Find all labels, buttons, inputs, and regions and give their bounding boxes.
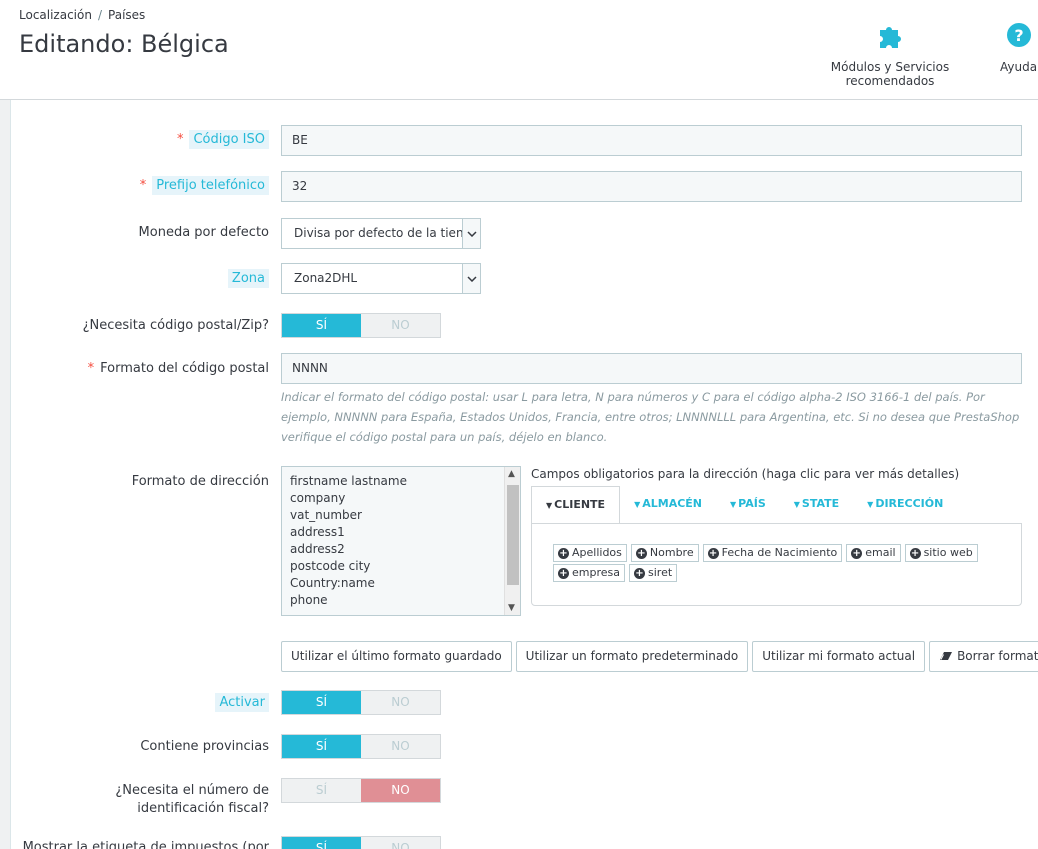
zip-format-input[interactable]: NNNN — [281, 353, 1022, 384]
chevron-down-icon — [462, 264, 480, 293]
need-zip-label: ¿Necesita código postal/Zip? — [82, 318, 269, 333]
required-marker: * — [176, 132, 184, 147]
field-chips: + Apellidos + Nombre + Fecha de Nacimiento … — [553, 544, 1013, 582]
chip-nombre[interactable]: + Nombre — [630, 544, 699, 562]
required-marker: * — [87, 361, 95, 376]
caret-down-icon: ▼ — [793, 500, 800, 509]
tab-cliente[interactable]: ▼ CLIENTE — [531, 486, 621, 524]
default-currency-select[interactable]: Divisa por defecto de la tienda — [281, 218, 481, 249]
tab-state[interactable]: ▼ STATE — [780, 486, 853, 524]
eraser-icon — [940, 652, 953, 660]
contains-states-no[interactable]: NO — [361, 735, 440, 758]
address-format-label: Formato de dirección — [131, 474, 269, 489]
need-tax-id-no[interactable]: NO — [361, 779, 440, 802]
display-tax-label-switch[interactable]: SÍ NO — [281, 836, 441, 849]
active-yes[interactable]: SÍ — [282, 691, 361, 714]
active-no[interactable]: NO — [361, 691, 440, 714]
default-currency-value: Divisa por defecto de la tienda — [294, 226, 479, 240]
contains-states-label: Contiene provincias — [140, 739, 269, 754]
chip-fecha-nacimiento[interactable]: + Fecha de Nacimiento — [702, 544, 843, 562]
zone-select[interactable]: Zona2DHL — [281, 263, 481, 294]
iso-code-label: * Código ISO — [176, 130, 269, 149]
need-tax-id-yes[interactable]: SÍ — [282, 779, 361, 802]
required-marker: * — [139, 178, 147, 193]
plus-circle-icon: + — [707, 547, 719, 559]
textarea-scrollbar[interactable]: ▲ ▼ — [504, 467, 520, 615]
chip-sitio-web[interactable]: + sitio web — [904, 544, 978, 562]
chip-empresa[interactable]: + empresa — [553, 564, 625, 582]
address-format-buttons: Utilizar el último formato guardado Util… — [281, 641, 1038, 672]
need-tax-id-switch[interactable]: SÍ NO — [281, 778, 441, 803]
caret-down-icon: ▼ — [634, 500, 641, 509]
use-current-format-button[interactable]: Utilizar mi formato actual — [752, 641, 926, 672]
address-format-lines: firstname lastname company vat_number ad… — [290, 474, 407, 607]
tab-direccion[interactable]: ▼ DIRECCIÓN — [853, 486, 957, 524]
active-switch[interactable]: SÍ NO — [281, 690, 441, 715]
country-form-panel: * Código ISO BE * Prefijo telefónico 32 Mo… — [10, 100, 1038, 849]
clear-format-button[interactable]: Borrar formato — [929, 641, 1038, 672]
caret-down-icon: ▼ — [546, 501, 553, 510]
tab-pais[interactable]: ▼ PAÍS — [716, 486, 780, 524]
chevron-down-icon — [462, 219, 480, 248]
scroll-up-icon[interactable]: ▲ — [508, 469, 515, 479]
display-tax-label-no[interactable]: NO — [361, 837, 440, 849]
zip-format-help: Indicar el formato del código postal: us… — [281, 390, 1020, 444]
address-format-textarea[interactable]: firstname lastname company vat_number ad… — [281, 466, 521, 616]
use-default-format-button[interactable]: Utilizar un formato predeterminado — [515, 641, 749, 672]
zip-format-label: * Formato del código postal — [87, 361, 269, 376]
phone-prefix-input[interactable]: 32 — [281, 171, 1022, 202]
need-tax-id-label: ¿Necesita el número de identificación fi… — [115, 783, 269, 816]
caret-down-icon: ▼ — [730, 500, 737, 509]
plus-circle-icon: + — [635, 547, 647, 559]
need-zip-yes[interactable]: SÍ — [282, 314, 361, 337]
plus-circle-icon: + — [909, 547, 921, 559]
plus-circle-icon: + — [558, 567, 569, 579]
iso-code-input[interactable]: BE — [281, 125, 1022, 156]
contains-states-switch[interactable]: SÍ NO — [281, 734, 441, 759]
plus-circle-icon: + — [851, 547, 863, 559]
required-fields-panel: + Apellidos + Nombre + Fecha de Nacimiento … — [531, 523, 1022, 606]
active-label: Activar — [215, 693, 269, 712]
chip-apellidos[interactable]: + Apellidos — [553, 544, 627, 562]
caret-down-icon: ▼ — [867, 500, 874, 509]
need-zip-no[interactable]: NO — [361, 314, 440, 337]
scroll-down-icon[interactable]: ▼ — [508, 603, 515, 613]
tab-almacen[interactable]: ▼ ALMACÉN — [620, 486, 716, 524]
scrollbar-thumb[interactable] — [507, 485, 519, 585]
zone-label: Zona — [227, 269, 269, 288]
display-tax-label-label: Mostrar la etiqueta de impuestos (por — [22, 840, 269, 849]
display-tax-label-yes[interactable]: SÍ — [282, 837, 361, 849]
phone-prefix-label: * Prefijo telefónico — [139, 176, 269, 195]
chip-siret[interactable]: + siret — [629, 564, 678, 582]
need-zip-switch[interactable]: SÍ NO — [281, 313, 441, 338]
use-last-saved-format-button[interactable]: Utilizar el último formato guardado — [281, 641, 512, 672]
default-currency-label: Moneda por defecto — [138, 225, 269, 240]
required-fields-tabs: ▼ CLIENTE ▼ ALMACÉN ▼ PAÍS ▼ STATE ▼ DIRECCIÓ… — [531, 486, 957, 524]
chip-email[interactable]: + email — [846, 544, 901, 562]
required-fields-title: Campos obligatorios para la dirección (h… — [531, 467, 960, 481]
plus-circle-icon: + — [634, 567, 645, 579]
contains-states-yes[interactable]: SÍ — [282, 735, 361, 758]
zone-value: Zona2DHL — [294, 271, 358, 285]
plus-circle-icon: + — [558, 547, 569, 559]
